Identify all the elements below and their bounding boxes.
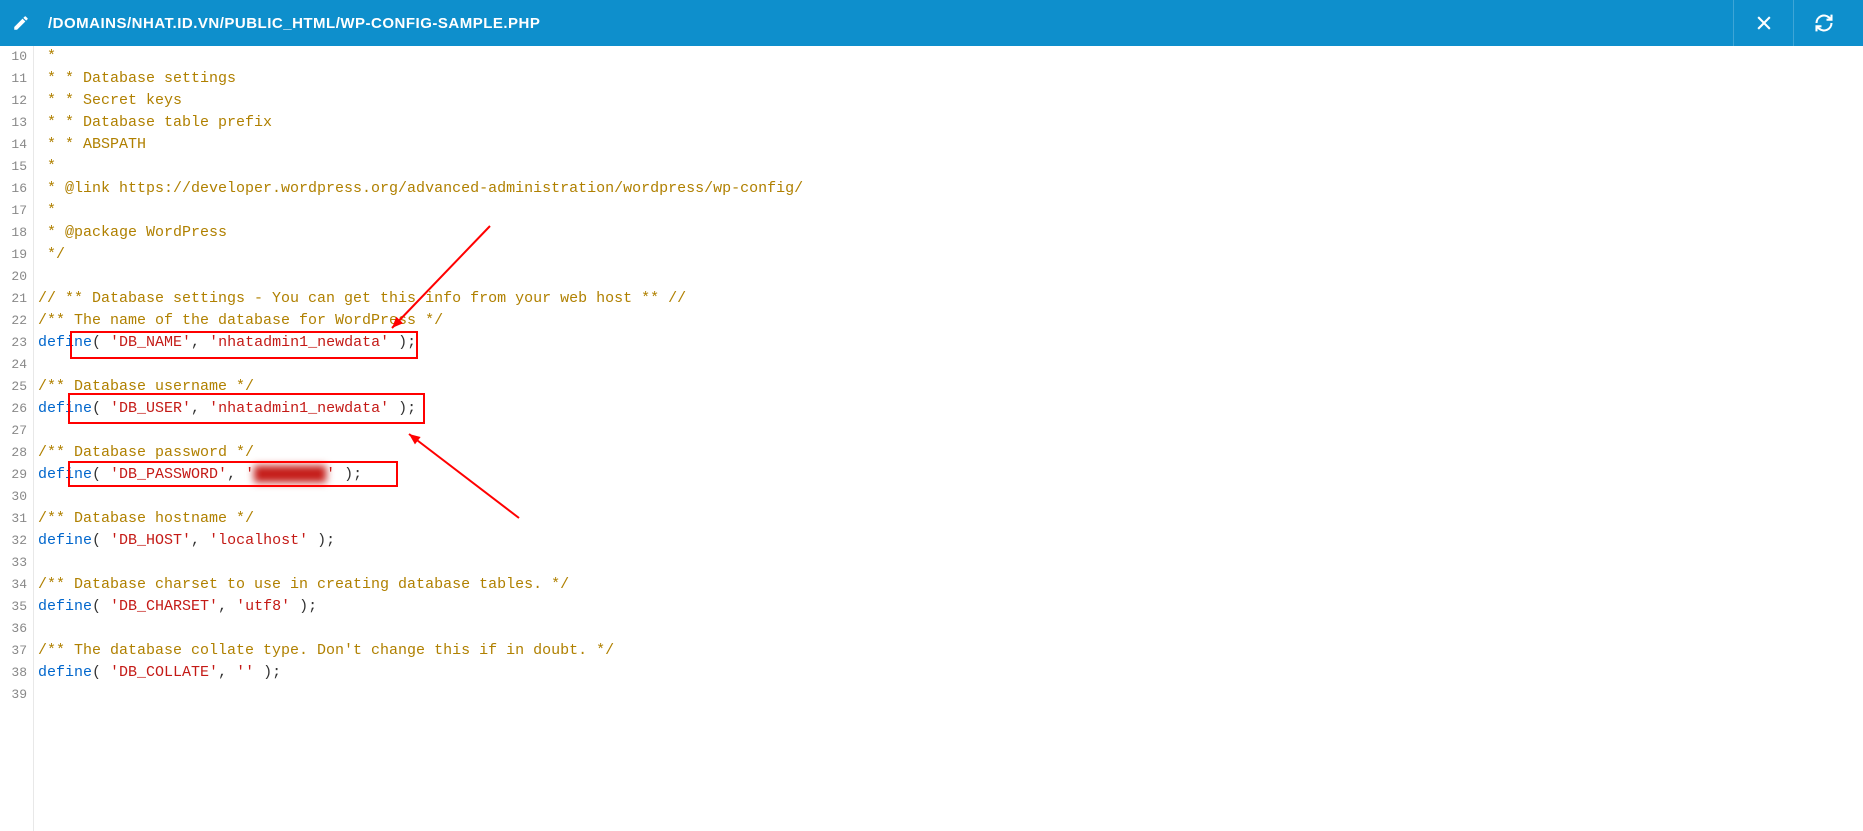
close-button[interactable] <box>1733 0 1793 46</box>
code-line[interactable]: * @package WordPress <box>38 222 1863 244</box>
code-line[interactable]: * * Secret keys <box>38 90 1863 112</box>
code-line[interactable]: /** The name of the database for WordPre… <box>38 310 1863 332</box>
code-line[interactable]: define( 'DB_HOST', 'localhost' ); <box>38 530 1863 552</box>
line-number: 21 <box>0 288 27 310</box>
line-number: 32 <box>0 530 27 552</box>
line-number: 17 <box>0 200 27 222</box>
line-number: 22 <box>0 310 27 332</box>
code-line[interactable]: */ <box>38 244 1863 266</box>
line-gutter: 1011121314151617181920212223242526272829… <box>0 46 34 831</box>
line-number: 35 <box>0 596 27 618</box>
line-number: 14 <box>0 134 27 156</box>
line-number: 29 <box>0 464 27 486</box>
line-number: 25 <box>0 376 27 398</box>
code-line[interactable]: define( 'DB_PASSWORD', '████████' ); <box>38 464 1863 486</box>
code-line[interactable] <box>38 420 1863 442</box>
line-number: 10 <box>0 46 27 68</box>
line-number: 19 <box>0 244 27 266</box>
code-line[interactable]: * * Database settings <box>38 68 1863 90</box>
code-editor[interactable]: 1011121314151617181920212223242526272829… <box>0 46 1863 831</box>
line-number: 23 <box>0 332 27 354</box>
line-number: 30 <box>0 486 27 508</box>
code-line[interactable]: * <box>38 46 1863 68</box>
code-line[interactable]: // ** Database settings - You can get th… <box>38 288 1863 310</box>
code-line[interactable]: /** The database collate type. Don't cha… <box>38 640 1863 662</box>
line-number: 38 <box>0 662 27 684</box>
code-line[interactable]: * * Database table prefix <box>38 112 1863 134</box>
code-line[interactable]: define( 'DB_CHARSET', 'utf8' ); <box>38 596 1863 618</box>
code-line[interactable]: * * ABSPATH <box>38 134 1863 156</box>
code-line[interactable] <box>38 354 1863 376</box>
file-path: /DOMAINS/NHAT.ID.VN/PUBLIC_HTML/WP-CONFI… <box>48 15 540 32</box>
code-line[interactable] <box>38 486 1863 508</box>
line-number: 20 <box>0 266 27 288</box>
code-line[interactable] <box>38 618 1863 640</box>
line-number: 34 <box>0 574 27 596</box>
line-number: 15 <box>0 156 27 178</box>
line-number: 26 <box>0 398 27 420</box>
code-area[interactable]: * * * Database settings * * Secret keys … <box>34 46 1863 831</box>
code-line[interactable]: * <box>38 200 1863 222</box>
line-number: 18 <box>0 222 27 244</box>
line-number: 31 <box>0 508 27 530</box>
code-line[interactable]: /** Database hostname */ <box>38 508 1863 530</box>
code-line[interactable] <box>38 266 1863 288</box>
line-number: 27 <box>0 420 27 442</box>
code-line[interactable]: /** Database charset to use in creating … <box>38 574 1863 596</box>
line-number: 24 <box>0 354 27 376</box>
line-number: 33 <box>0 552 27 574</box>
line-number: 28 <box>0 442 27 464</box>
line-number: 16 <box>0 178 27 200</box>
code-line[interactable] <box>38 684 1863 706</box>
line-number: 37 <box>0 640 27 662</box>
code-line[interactable]: * <box>38 156 1863 178</box>
toolbar-actions <box>1733 0 1853 46</box>
reload-button[interactable] <box>1793 0 1853 46</box>
code-line[interactable]: /** Database username */ <box>38 376 1863 398</box>
line-number: 36 <box>0 618 27 640</box>
line-number: 11 <box>0 68 27 90</box>
edit-icon <box>10 12 32 34</box>
code-line[interactable]: * @link https://developer.wordpress.org/… <box>38 178 1863 200</box>
code-line[interactable]: /** Database password */ <box>38 442 1863 464</box>
code-line[interactable]: define( 'DB_COLLATE', '' ); <box>38 662 1863 684</box>
code-line[interactable]: define( 'DB_USER', 'nhatadmin1_newdata' … <box>38 398 1863 420</box>
line-number: 39 <box>0 684 27 706</box>
code-line[interactable] <box>38 552 1863 574</box>
line-number: 12 <box>0 90 27 112</box>
code-line[interactable]: define( 'DB_NAME', 'nhatadmin1_newdata' … <box>38 332 1863 354</box>
line-number: 13 <box>0 112 27 134</box>
editor-toolbar: /DOMAINS/NHAT.ID.VN/PUBLIC_HTML/WP-CONFI… <box>0 0 1863 46</box>
